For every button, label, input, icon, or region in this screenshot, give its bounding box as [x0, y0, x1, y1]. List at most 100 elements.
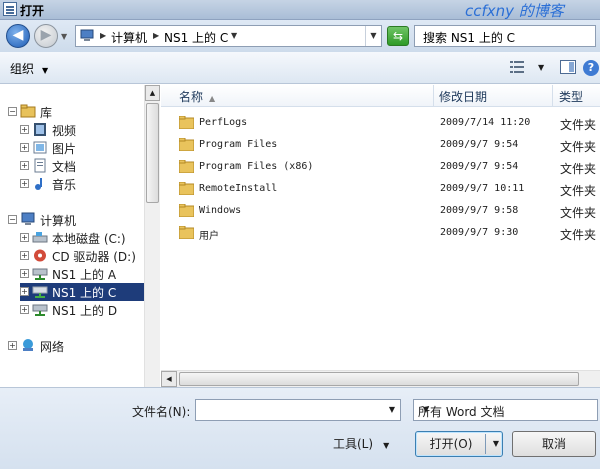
computer-icon: [80, 29, 94, 41]
tree-item-label: NS1 上的 A: [52, 268, 117, 282]
library-icon: [20, 104, 36, 118]
file-type: 文件夹: [560, 228, 597, 242]
address-bar: ◀ ▶ ▼ ▶ 计算机 ▶ NS1 上的 C ▼ ▼ ⇆ 搜索 NS1 上的 C: [0, 20, 600, 52]
video-icon: [34, 123, 46, 136]
tree-item-label: 文档: [52, 160, 77, 174]
tree-item-pictures[interactable]: + 图片: [20, 139, 144, 157]
expand-icon[interactable]: +: [20, 125, 29, 134]
crumb-arrow-icon[interactable]: ▶: [153, 31, 159, 40]
chevron-down-icon[interactable]: ▼: [384, 400, 400, 420]
cancel-button[interactable]: 取消: [512, 431, 596, 457]
tools-label: 工具(L): [333, 437, 374, 451]
tree-item-label: CD 驱动器 (D:): [52, 250, 136, 264]
folder-icon: [179, 160, 194, 173]
tree-item-cd-drive-d[interactable]: + CD 驱动器 (D:): [20, 247, 144, 265]
tree-item-library[interactable]: − 库: [8, 103, 144, 121]
crumb-ns1-c[interactable]: NS1 上的 C: [164, 29, 228, 46]
scroll-left-icon[interactable]: ◀: [161, 371, 177, 387]
table-row[interactable]: Program Files (x86) 2009/9/7 9:54 文件夹: [179, 157, 600, 177]
chevron-down-icon: ▼: [42, 66, 49, 75]
tree-item-ns1-a[interactable]: + NS1 上的 A: [20, 265, 144, 283]
tree-item-label: 图片: [52, 142, 77, 156]
history-dropdown-icon[interactable]: ▼: [61, 32, 67, 41]
table-row[interactable]: 用户 2009/9/7 9:30 文件夹: [179, 223, 600, 243]
expand-icon[interactable]: +: [20, 233, 29, 242]
file-name: 用户: [199, 231, 219, 242]
expand-icon[interactable]: +: [8, 341, 17, 350]
file-date: 2009/9/7 9:54: [440, 161, 519, 172]
file-date: 2009/9/7 9:58: [440, 205, 519, 216]
tree-item-label: 音乐: [52, 178, 77, 192]
tree-item-label: 库: [40, 106, 53, 120]
scroll-thumb[interactable]: [179, 372, 579, 386]
forward-button[interactable]: ▶: [34, 24, 58, 48]
preview-pane-icon[interactable]: [560, 60, 576, 74]
tree-item-network[interactable]: + 网络: [8, 337, 144, 355]
file-type-filter[interactable]: 所有 Word 文档 ▼: [413, 399, 598, 421]
expand-icon[interactable]: +: [20, 161, 29, 170]
file-name: Windows: [199, 205, 242, 216]
column-name[interactable]: 名称 ▲: [179, 88, 215, 105]
expand-icon[interactable]: +: [20, 143, 29, 152]
help-icon[interactable]: ?: [583, 60, 599, 76]
file-name: Program Files: [199, 139, 278, 150]
tree-item-documents[interactable]: + 文档: [20, 157, 144, 175]
column-type[interactable]: 类型: [559, 88, 583, 105]
view-dropdown-icon[interactable]: ▼: [538, 63, 544, 72]
file-type: 文件夹: [560, 206, 597, 220]
file-date: 2009/9/7 9:30: [440, 227, 519, 238]
table-row[interactable]: PerfLogs 2009/7/14 11:20 文件夹: [179, 113, 600, 133]
computer-icon: [21, 212, 35, 225]
chevron-down-icon[interactable]: ▼: [493, 432, 499, 456]
tree-item-local-disk-c[interactable]: + 本地磁盘 (C:): [20, 229, 144, 247]
column-divider[interactable]: [433, 85, 434, 107]
organize-button[interactable]: 组织 ▼: [10, 60, 48, 77]
tools-button[interactable]: 工具(L) ▼: [333, 435, 389, 452]
column-name-label: 名称: [179, 90, 204, 104]
column-date[interactable]: 修改日期: [439, 88, 487, 105]
crumb-computer[interactable]: 计算机: [111, 29, 147, 46]
expand-icon[interactable]: +: [20, 179, 29, 188]
crumb-arrow-icon[interactable]: ▼: [231, 31, 237, 40]
folder-icon: [179, 226, 194, 239]
filename-label: 文件名(N):: [132, 405, 191, 419]
expand-icon[interactable]: +: [20, 287, 29, 296]
crumb-arrow-icon[interactable]: ▶: [100, 31, 106, 40]
back-button[interactable]: ◀: [6, 24, 30, 48]
file-type: 文件夹: [560, 162, 597, 176]
expand-icon[interactable]: +: [20, 305, 29, 314]
tree-item-ns1-c[interactable]: + NS1 上的 C: [20, 283, 144, 301]
refresh-button[interactable]: ⇆: [387, 26, 409, 46]
collapse-icon[interactable]: −: [8, 107, 17, 116]
music-icon: [35, 178, 42, 190]
table-row[interactable]: Windows 2009/9/7 9:58 文件夹: [179, 201, 600, 221]
filename-input[interactable]: ▼: [195, 399, 401, 421]
tree-item-music[interactable]: + 音乐: [20, 175, 144, 193]
horizontal-scrollbar[interactable]: ◀: [161, 370, 600, 387]
tree-item-ns1-d[interactable]: + NS1 上的 D: [20, 301, 144, 319]
search-input[interactable]: 搜索 NS1 上的 C: [414, 25, 596, 47]
open-label: 打开(O): [429, 437, 473, 451]
network-drive-icon: [32, 268, 48, 280]
expand-icon[interactable]: +: [20, 269, 29, 278]
address-dropdown-icon[interactable]: ▼: [365, 26, 381, 46]
expand-icon[interactable]: +: [20, 251, 29, 260]
tree-item-video[interactable]: + 视频: [20, 121, 144, 139]
folder-icon: [179, 182, 194, 195]
table-row[interactable]: Program Files 2009/9/7 9:54 文件夹: [179, 135, 600, 155]
tree-item-label: 计算机: [40, 214, 77, 228]
column-divider[interactable]: [552, 85, 553, 107]
chevron-down-icon[interactable]: ▼: [418, 400, 434, 420]
scroll-up-icon[interactable]: ▲: [145, 85, 160, 101]
collapse-icon[interactable]: −: [8, 215, 17, 224]
view-options-icon[interactable]: [510, 61, 524, 73]
address-box[interactable]: ▶ 计算机 ▶ NS1 上的 C ▼ ▼: [75, 25, 382, 47]
network-drive-icon: [32, 304, 48, 316]
table-row[interactable]: RemoteInstall 2009/9/7 10:11 文件夹: [179, 179, 600, 199]
scroll-thumb[interactable]: [146, 103, 159, 203]
tree-item-computer[interactable]: − 计算机: [8, 211, 144, 229]
open-button[interactable]: 打开(O) ▼: [415, 431, 503, 457]
sidebar-scrollbar[interactable]: ▲: [144, 85, 160, 387]
search-placeholder: 搜索 NS1 上的 C: [423, 31, 516, 45]
app-icon: [3, 2, 17, 16]
